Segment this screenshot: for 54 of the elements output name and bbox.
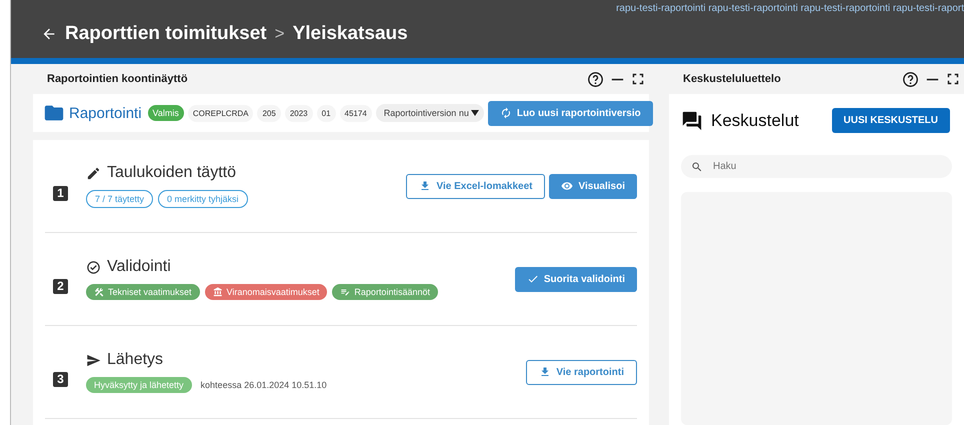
help-icon[interactable] <box>902 70 919 88</box>
panel-title: Raportointien koontinäyttö <box>47 73 188 85</box>
expand-icon[interactable] <box>631 72 645 86</box>
breadcrumb-link[interactable]: Raporttien toimitukset <box>65 23 267 45</box>
status-tag: 0 merkitty tyhjäksi <box>158 190 248 208</box>
action-button[interactable]: Visualisoi <box>549 174 637 198</box>
send-icon <box>86 352 101 368</box>
new-chat-button[interactable]: UUSI KESKUSTELU <box>832 108 950 133</box>
bank-icon <box>212 287 223 297</box>
panel-title: Keskusteluluettelo <box>683 73 781 85</box>
timestamp-text: kohteessa 26.01.2024 10.51.10 <box>200 380 327 390</box>
status-tag: Hyväksytty ja lähetetty <box>86 377 192 393</box>
page-title: Yleiskatsaus <box>292 23 408 45</box>
status-tag: Tekniset vaatimukset <box>86 284 200 300</box>
help-icon[interactable] <box>587 70 604 88</box>
version-select[interactable]: Raportointiversion nu <box>376 104 484 122</box>
eye-icon <box>561 180 574 192</box>
report-chip: 2023 <box>284 104 313 122</box>
refresh-icon <box>500 107 512 119</box>
report-chip: 205 <box>257 104 281 122</box>
status-tag: Viranomaisvaatimukset <box>204 284 328 300</box>
breadcrumb-separator: > <box>274 24 285 44</box>
new-version-button[interactable]: Luo uusi raportointiversio <box>488 100 653 126</box>
search-field[interactable]: Haku <box>681 155 952 178</box>
tools-icon <box>94 287 104 297</box>
check-circle-icon <box>86 260 101 274</box>
download-icon <box>539 366 552 378</box>
expand-icon[interactable] <box>946 72 960 86</box>
status-tag: Raportointisäännöt <box>332 284 438 300</box>
step-number: 1 <box>53 186 68 200</box>
action-button[interactable]: Suorita validointi <box>514 266 637 292</box>
report-chip: COREPLCRDA <box>188 104 254 122</box>
search-icon <box>691 161 703 173</box>
action-button[interactable]: Vie raportointi <box>526 360 637 384</box>
action-button[interactable]: Vie Excel-lomakkeet <box>406 174 546 198</box>
check-icon <box>526 273 539 285</box>
status-badge: Valmis <box>148 105 184 121</box>
chat-icon <box>681 110 703 132</box>
download-icon <box>419 180 432 192</box>
step-title: Lähetys <box>107 351 164 369</box>
caret-icon <box>470 110 479 116</box>
chat-heading: Keskustelut <box>711 110 800 130</box>
report-name: Raportointi <box>69 104 142 122</box>
rules-icon <box>340 287 350 297</box>
report-chip: 45174 <box>340 104 372 122</box>
status-tag: 7 / 7 täytetty <box>86 190 154 208</box>
step-title: Validointi <box>107 258 171 276</box>
step-number: 3 <box>53 372 68 386</box>
pencil-icon <box>86 166 101 180</box>
step-title: Taulukoiden täyttö <box>107 164 236 182</box>
step-number: 2 <box>53 278 68 294</box>
environment-label: rapu-testi-raportointi rapu-testi-raportointi rapu-testi-raportointi rapu-testi-raport <box>616 3 964 14</box>
report-chip: 01 <box>316 104 336 122</box>
back-icon[interactable] <box>41 26 57 42</box>
